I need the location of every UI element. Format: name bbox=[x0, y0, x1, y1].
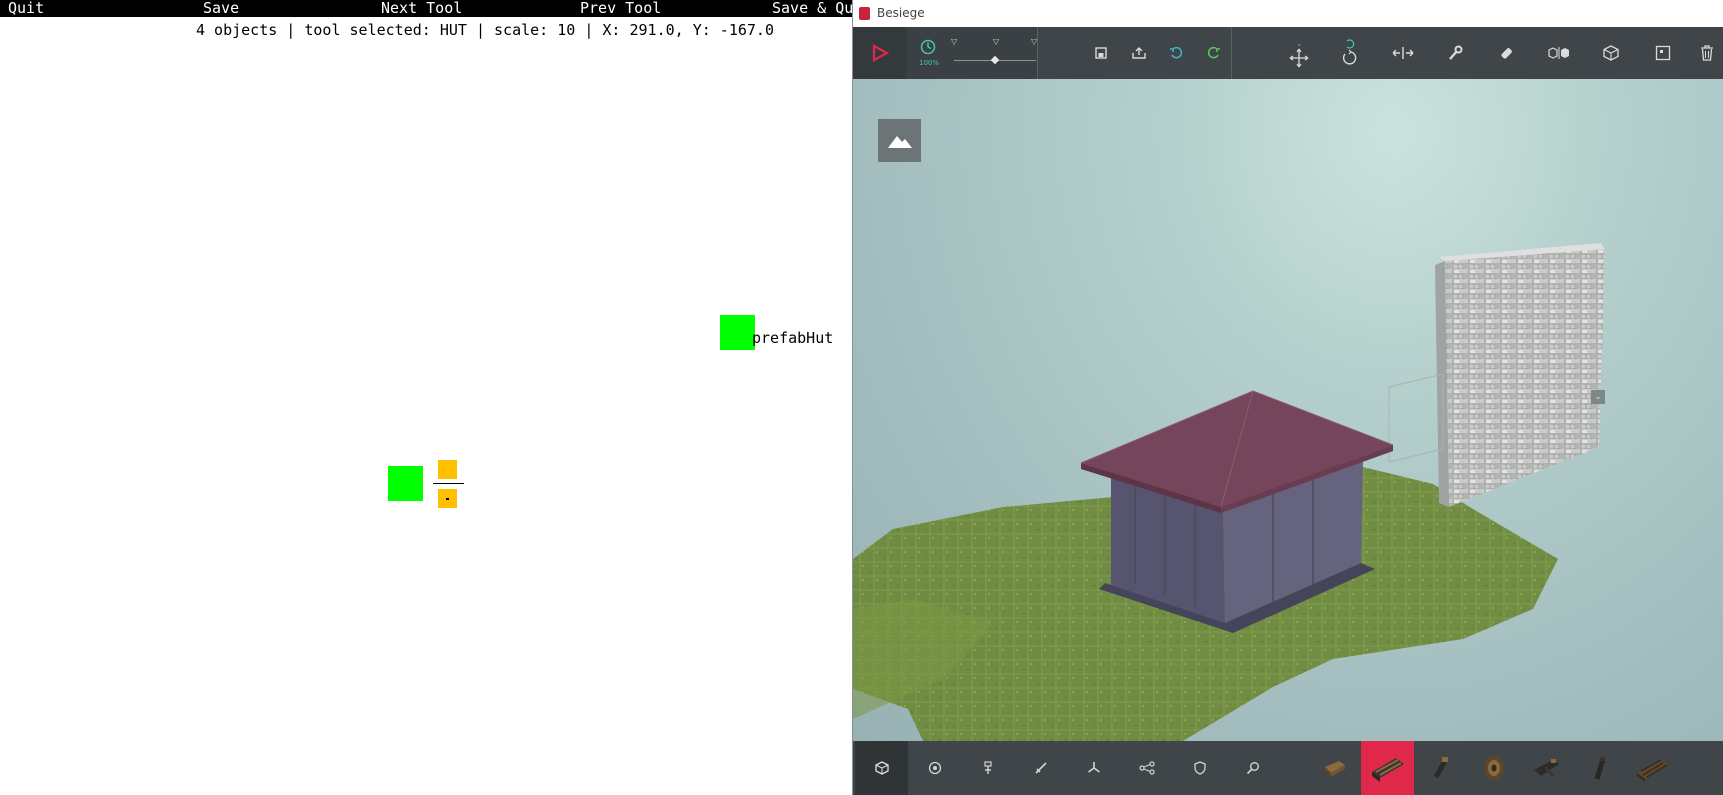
sim-speed-slider-handle[interactable] bbox=[990, 55, 1000, 65]
block-slot-5[interactable] bbox=[1520, 741, 1573, 795]
svg-text:⌄: ⌄ bbox=[1296, 39, 1303, 48]
amber-object-top[interactable] bbox=[438, 460, 457, 479]
brick-wall bbox=[1445, 249, 1605, 507]
key-mapper-icon bbox=[1655, 45, 1671, 61]
besiege-app-icon bbox=[859, 7, 870, 20]
level-editor-window: Quit Save Next Tool Prev Tool Save & Qui… bbox=[0, 0, 852, 795]
block-slot-7[interactable] bbox=[1626, 741, 1679, 795]
3d-viewport[interactable]: ⌄ bbox=[853, 79, 1723, 741]
object-divider-line bbox=[433, 483, 464, 484]
prefab-hut-object[interactable] bbox=[720, 315, 755, 350]
category-search[interactable] bbox=[1226, 741, 1279, 795]
speed-marker-2: ▽ bbox=[993, 37, 1000, 46]
play-icon bbox=[872, 44, 889, 62]
shield-block-icon bbox=[1483, 756, 1504, 780]
category-flight[interactable] bbox=[1067, 741, 1120, 795]
toolbar-separator bbox=[1037, 27, 1038, 79]
sim-speed-panel[interactable]: 100% ▽ ▽ ▽ bbox=[906, 27, 1037, 79]
flamethrower-block-icon bbox=[1594, 757, 1605, 780]
category-basic-blocks[interactable] bbox=[855, 741, 908, 795]
rocket-block-icon bbox=[1636, 759, 1669, 782]
amber-object-bottom[interactable] bbox=[438, 489, 457, 508]
key-mapper-button[interactable] bbox=[1645, 27, 1681, 79]
wrench-icon bbox=[1449, 45, 1463, 60]
spike-block-icon bbox=[1433, 757, 1448, 779]
flight-icon bbox=[1087, 762, 1100, 773]
cube-view-icon bbox=[1603, 45, 1619, 61]
trash-icon bbox=[1701, 45, 1713, 61]
save-icon bbox=[1095, 47, 1107, 59]
wooden-block-icon bbox=[1324, 761, 1345, 777]
prev-tool-menu-item[interactable]: Prev Tool bbox=[580, 0, 661, 17]
weapons-icon bbox=[1034, 762, 1047, 774]
quit-menu-item[interactable]: Quit bbox=[8, 0, 44, 17]
wrench-tool-button[interactable] bbox=[1437, 27, 1473, 79]
eraser-icon bbox=[1501, 48, 1512, 59]
status-line: 4 objects | tool selected: HUT | scale: … bbox=[196, 21, 774, 39]
rotate-icon bbox=[1342, 39, 1357, 65]
toolbar-separator bbox=[1231, 27, 1232, 79]
mirror-tool-button[interactable] bbox=[1541, 27, 1577, 79]
translate-tool-button[interactable]: ⌄ bbox=[1281, 27, 1317, 79]
window-titlebar: Besiege bbox=[853, 0, 1723, 27]
category-armour[interactable] bbox=[1173, 741, 1226, 795]
redo-button[interactable] bbox=[1202, 27, 1226, 79]
basic-blocks-icon bbox=[874, 761, 889, 775]
category-automation[interactable] bbox=[1120, 741, 1173, 795]
top-toolbar: 100% ▽ ▽ ▽ ⌄ bbox=[853, 27, 1723, 79]
next-tool-menu-item[interactable]: Next Tool bbox=[381, 0, 462, 17]
mechanical-icon bbox=[983, 761, 992, 774]
category-weapons[interactable] bbox=[1014, 741, 1067, 795]
green-object[interactable] bbox=[388, 466, 423, 501]
save-quit-menu-item[interactable]: Save & Quit bbox=[772, 0, 852, 17]
cannon-block-icon bbox=[1371, 758, 1404, 782]
category-mechanical[interactable] bbox=[961, 741, 1014, 795]
category-wheels[interactable] bbox=[908, 741, 961, 795]
flip-icon bbox=[1392, 47, 1414, 59]
armour-icon bbox=[1193, 761, 1206, 775]
gizmo-marker[interactable]: ⌄ bbox=[1591, 390, 1605, 404]
save-button[interactable] bbox=[1089, 27, 1113, 79]
load-button[interactable] bbox=[1127, 27, 1151, 79]
block-slot-6[interactable] bbox=[1573, 741, 1626, 795]
speed-marker-1: ▽ bbox=[951, 37, 958, 46]
cube-view-button[interactable] bbox=[1593, 27, 1629, 79]
block-slot-3[interactable] bbox=[1414, 741, 1467, 795]
crossbow-block-icon bbox=[1533, 759, 1559, 777]
block-slot-2-selected[interactable] bbox=[1361, 741, 1414, 795]
window-title: Besiege bbox=[877, 6, 925, 20]
mirror-icon bbox=[1548, 47, 1569, 59]
block-slot-4[interactable] bbox=[1467, 741, 1520, 795]
menu-bar: Quit Save Next Tool Prev Tool Save & Qui… bbox=[0, 0, 852, 17]
save-menu-item[interactable]: Save bbox=[203, 0, 239, 17]
play-button[interactable] bbox=[853, 27, 906, 79]
automation-icon bbox=[1138, 761, 1155, 775]
sim-speed-icon bbox=[920, 39, 936, 55]
sim-speed-value: 100% bbox=[919, 59, 940, 67]
prefab-hut-label: prefabHut bbox=[752, 329, 834, 347]
undo-icon bbox=[1170, 46, 1183, 59]
translate-icon: ⌄ bbox=[1289, 39, 1309, 68]
clear-machine-button[interactable] bbox=[1689, 27, 1723, 79]
flip-tool-button[interactable] bbox=[1385, 27, 1421, 79]
besiege-window: Besiege 100% ▽ ▽ ▽ ⌄ ⌄ bbox=[852, 0, 1723, 795]
load-icon bbox=[1132, 47, 1146, 59]
block-category-bar bbox=[853, 741, 1723, 795]
wheels-icon bbox=[928, 761, 941, 775]
eraser-tool-button[interactable] bbox=[1489, 27, 1525, 79]
search-icon bbox=[1246, 762, 1259, 775]
rotate-tool-button[interactable] bbox=[1333, 27, 1369, 79]
scene-render bbox=[853, 243, 1605, 741]
redo-icon bbox=[1207, 46, 1220, 59]
undo-button[interactable] bbox=[1164, 27, 1188, 79]
block-slot-1[interactable] bbox=[1308, 741, 1361, 795]
